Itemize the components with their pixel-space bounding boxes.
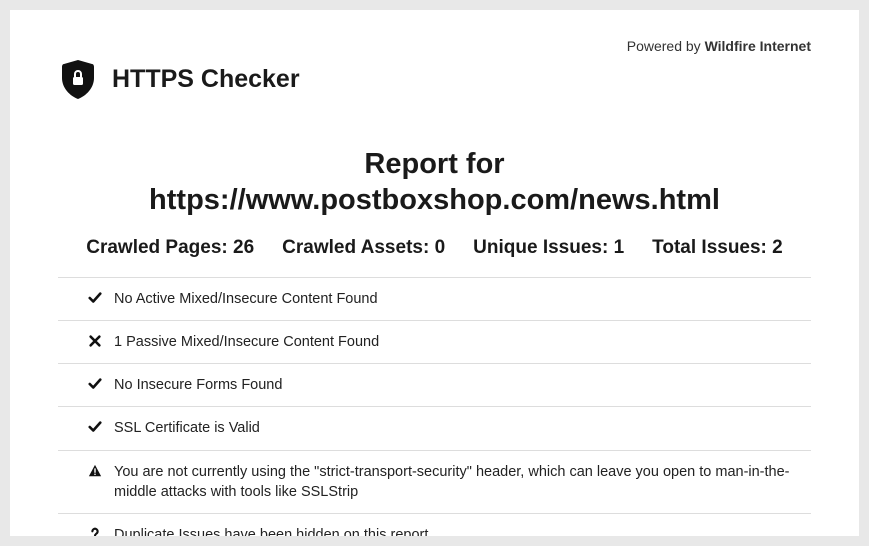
issue-row: No Active Mixed/Insecure Content Found	[58, 277, 811, 320]
powered-by: Powered by Wildfire Internet	[627, 38, 811, 54]
warning-icon	[76, 462, 114, 478]
stat-crawled-pages: Crawled Pages: 26	[86, 237, 254, 259]
issue-row: You are not currently using the "strict-…	[58, 450, 811, 514]
question-icon	[76, 525, 114, 536]
app-header: HTTPS Checker	[58, 58, 811, 100]
powered-prefix: Powered by	[627, 38, 705, 54]
issue-row: SSL Certificate is Valid	[58, 406, 811, 449]
issue-row: No Insecure Forms Found	[58, 363, 811, 406]
issues-list: No Active Mixed/Insecure Content Found 1 …	[58, 277, 811, 537]
stat-value: 0	[435, 237, 446, 258]
issue-text: Duplicate Issues have been hidden on thi…	[114, 525, 793, 536]
issue-text: 1 Passive Mixed/Insecure Content Found	[114, 332, 793, 352]
report-page: Powered by Wildfire Internet HTTPS Check…	[10, 10, 859, 536]
stats-row: Crawled Pages: 26 Crawled Assets: 0 Uniq…	[58, 237, 811, 259]
stat-value: 26	[233, 237, 254, 258]
stat-label: Crawled Pages:	[86, 237, 233, 258]
app-title: HTTPS Checker	[112, 65, 300, 94]
issue-row: Duplicate Issues have been hidden on thi…	[58, 513, 811, 536]
issue-text: No Insecure Forms Found	[114, 375, 793, 395]
issue-row: 1 Passive Mixed/Insecure Content Found	[58, 320, 811, 363]
stat-label: Crawled Assets:	[282, 237, 434, 258]
report-heading: Report for https://www.postboxshop.com/n…	[58, 146, 811, 219]
stat-value: 2	[772, 237, 783, 258]
cross-icon	[76, 332, 114, 348]
issue-text: SSL Certificate is Valid	[114, 418, 793, 438]
shield-lock-icon	[58, 58, 98, 100]
stat-total-issues: Total Issues: 2	[652, 237, 783, 259]
check-icon	[76, 375, 114, 391]
check-icon	[76, 418, 114, 434]
issue-text: You are not currently using the "strict-…	[114, 462, 793, 503]
issue-text: No Active Mixed/Insecure Content Found	[114, 289, 793, 309]
stat-value: 1	[614, 237, 625, 258]
stat-label: Unique Issues:	[473, 237, 613, 258]
stat-unique-issues: Unique Issues: 1	[473, 237, 624, 259]
check-icon	[76, 289, 114, 305]
stat-crawled-assets: Crawled Assets: 0	[282, 237, 445, 259]
report-url: https://www.postboxshop.com/news.html	[149, 184, 720, 216]
powered-brand: Wildfire Internet	[705, 38, 811, 54]
report-heading-prefix: Report for	[364, 148, 504, 180]
stat-label: Total Issues:	[652, 237, 772, 258]
